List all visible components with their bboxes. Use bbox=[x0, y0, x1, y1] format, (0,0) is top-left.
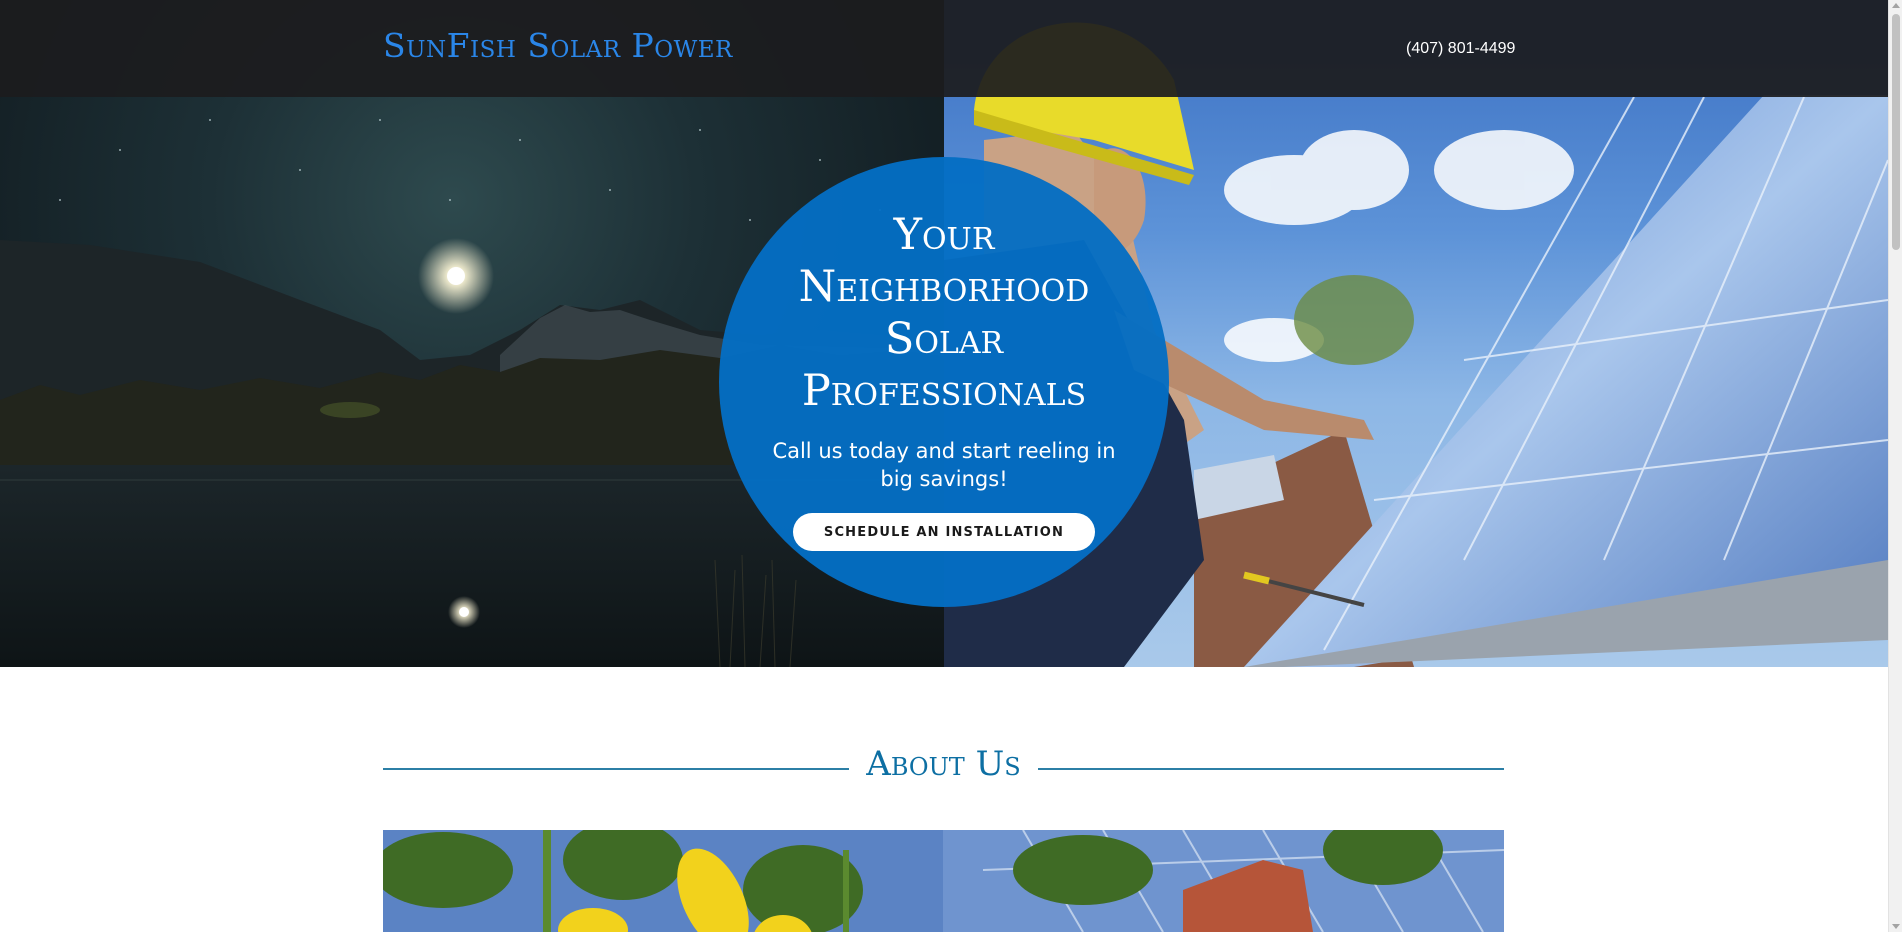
hero-subtitle: Call us today and start reeling in big s… bbox=[772, 439, 1116, 491]
about-heading-section: About Us bbox=[383, 744, 1504, 794]
scrollbar-thumb[interactable] bbox=[1892, 14, 1900, 250]
site-header: SunFish Solar Power (407) 801-4499 bbox=[0, 0, 1888, 97]
hero-callout-circle: Your Neighborhood Solar Professionals Ca… bbox=[719, 157, 1169, 607]
hero-title: Your Neighborhood Solar Professionals bbox=[798, 210, 1090, 416]
scroll-up-arrow-icon[interactable] bbox=[1892, 3, 1900, 8]
heading-divider-right bbox=[1038, 768, 1504, 770]
page: SunFish Solar Power (407) 801-4499 Your … bbox=[0, 0, 1902, 932]
phone-number-link[interactable]: (407) 801-4499 bbox=[1406, 40, 1515, 58]
schedule-installation-button[interactable]: SCHEDULE AN INSTALLATION bbox=[793, 513, 1095, 551]
page-scrollbar[interactable] bbox=[1888, 0, 1902, 932]
sunflower-solar-illustration bbox=[383, 830, 1504, 932]
heading-divider-left bbox=[383, 768, 849, 770]
scroll-down-arrow-icon[interactable] bbox=[1892, 924, 1900, 929]
about-us-heading: About Us bbox=[866, 744, 1021, 784]
site-logo[interactable]: SunFish Solar Power bbox=[383, 26, 733, 65]
about-sunflower-solar-image bbox=[383, 830, 1504, 932]
